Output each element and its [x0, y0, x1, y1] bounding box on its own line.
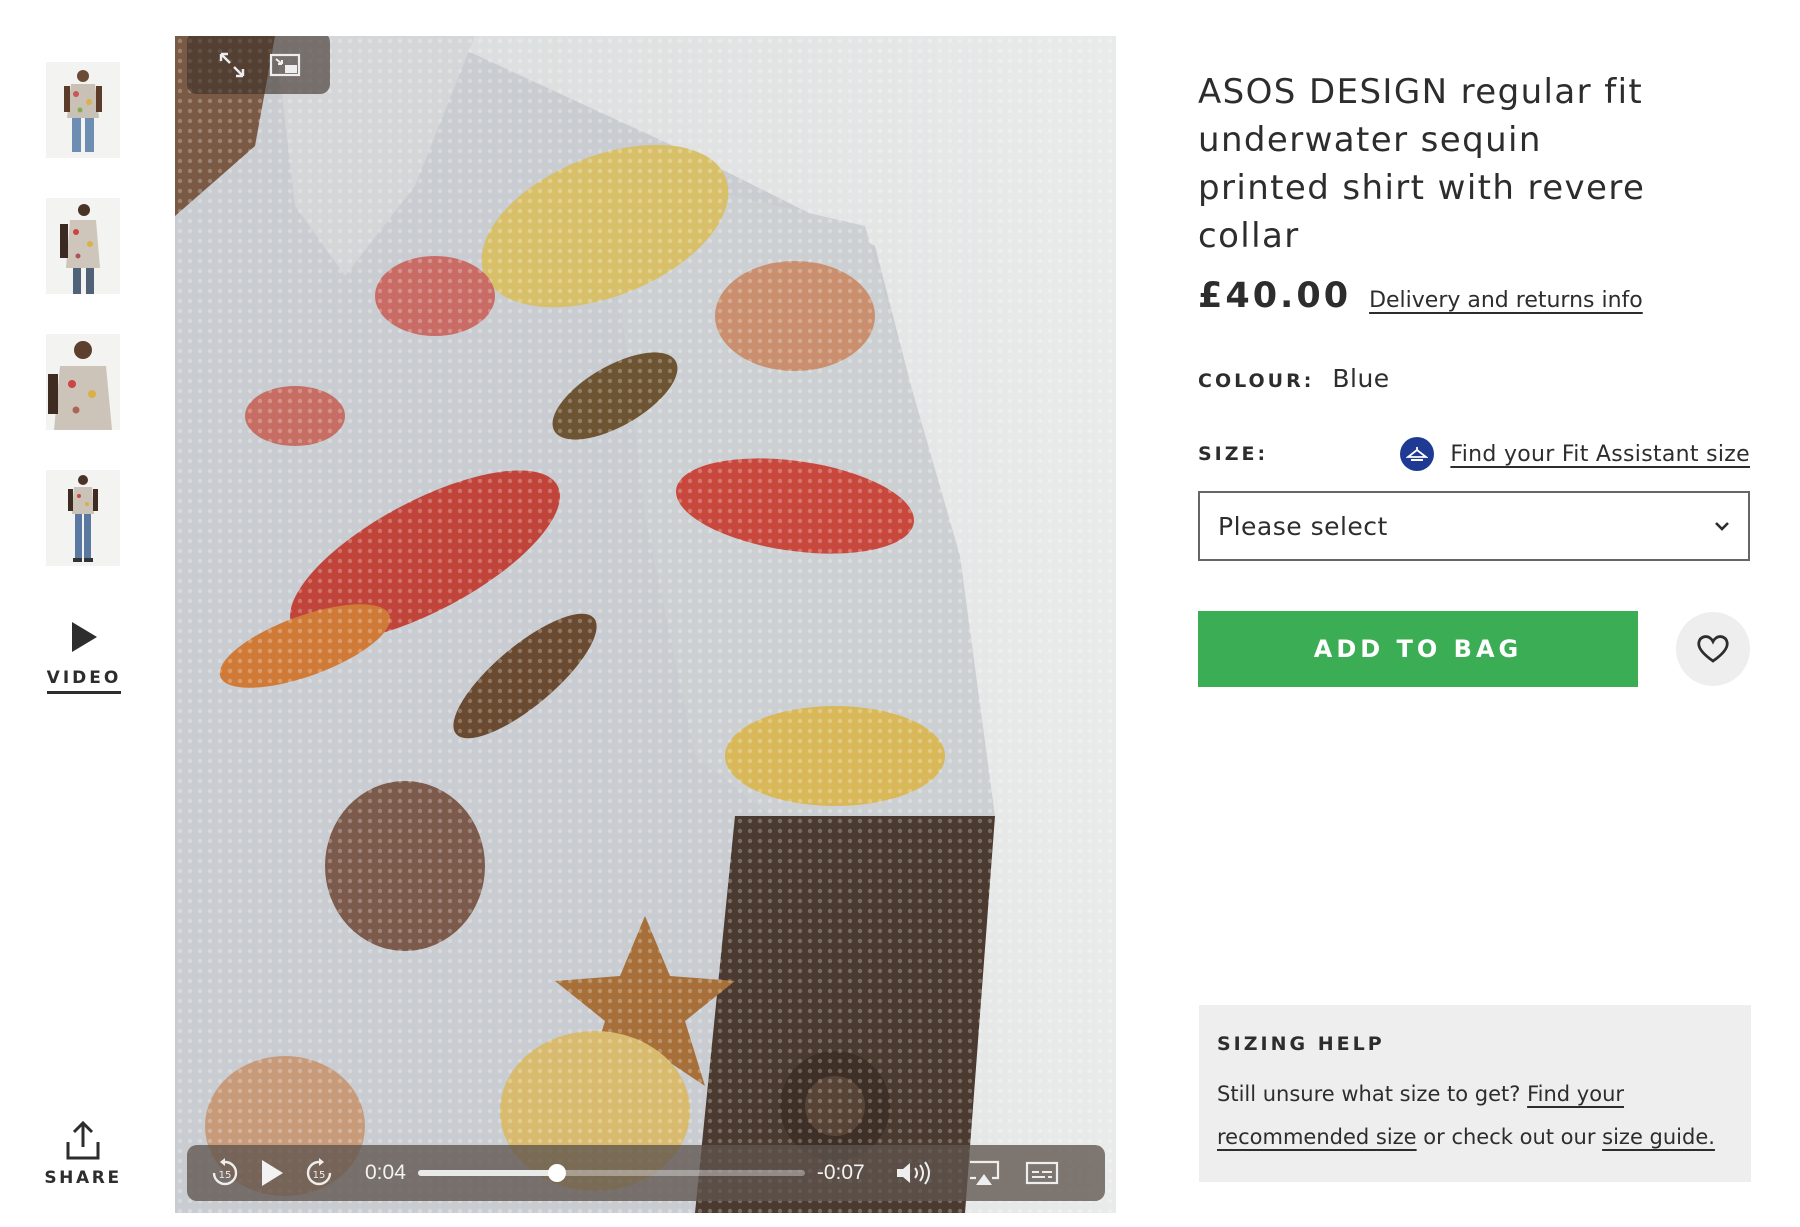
- play-icon: [72, 622, 97, 652]
- product-price: £40.00: [1198, 276, 1352, 316]
- svg-text:15: 15: [219, 1170, 232, 1181]
- size-label: SIZE:: [1198, 443, 1269, 465]
- product-page: VIDEO SHARE 15 15 0:04 -0:07 ASOS DESIGN…: [0, 0, 1800, 1227]
- scrubber-progress: [417, 1170, 558, 1176]
- model-side-image: [46, 198, 120, 294]
- sizing-help-title: SIZING HELP: [1217, 1033, 1385, 1055]
- product-info: ASOS DESIGN regular fit underwater sequi…: [1198, 68, 1750, 687]
- thumbnail-list: [46, 62, 120, 606]
- product-title: ASOS DESIGN regular fit underwater sequi…: [1198, 72, 1646, 256]
- thumbnail-side[interactable]: [46, 198, 120, 294]
- model-full-length-image: [46, 470, 120, 566]
- fit-assistant-label: Find your Fit Assistant size: [1450, 441, 1750, 467]
- price-row: £40.00 Delivery and returns info: [1198, 276, 1750, 316]
- airplay-icon[interactable]: [967, 1159, 1001, 1187]
- captions-icon[interactable]: [1025, 1160, 1059, 1186]
- chevron-down-icon: [1715, 522, 1729, 531]
- add-to-bag-button[interactable]: ADD TO BAG: [1198, 611, 1638, 687]
- rewind-15-icon[interactable]: 15: [209, 1157, 241, 1189]
- volume-icon[interactable]: [895, 1159, 933, 1187]
- colour-value: Blue: [1332, 364, 1390, 393]
- current-time: 0:04: [365, 1161, 406, 1184]
- sizing-help-text-before: Still unsure what size to get?: [1217, 1082, 1528, 1106]
- remaining-time: -0:07: [816, 1161, 865, 1184]
- video-thumbnail[interactable]: VIDEO: [46, 620, 122, 694]
- product-video-frame: [175, 36, 1116, 1213]
- sizing-help-panel: SIZING HELP Still unsure what size to ge…: [1199, 1005, 1751, 1182]
- thumbnail-closeup[interactable]: [46, 334, 120, 430]
- colour-row: COLOUR: Blue: [1198, 364, 1750, 393]
- share-button[interactable]: SHARE: [40, 1120, 126, 1188]
- delivery-returns-link[interactable]: Delivery and returns info: [1369, 288, 1643, 313]
- video-control-bar: 15 15 0:04 -0:07: [187, 1145, 1105, 1201]
- share-icon: [66, 1120, 100, 1160]
- heart-icon: [1697, 635, 1729, 663]
- scrubber-handle[interactable]: [548, 1164, 567, 1182]
- fit-assistant-link[interactable]: Find your Fit Assistant size: [1400, 437, 1750, 471]
- model-front-image: [46, 62, 120, 158]
- sizing-help-text: Still unsure what size to get? Find your…: [1217, 1073, 1737, 1159]
- product-video-player[interactable]: 15 15 0:04 -0:07: [175, 36, 1116, 1213]
- svg-text:15: 15: [313, 1170, 326, 1181]
- fit-assistant-icon: [1400, 437, 1435, 471]
- share-label: SHARE: [44, 1168, 122, 1188]
- play-icon[interactable]: [259, 1158, 285, 1188]
- thumbnail-full-length[interactable]: [46, 470, 120, 566]
- picture-in-picture-icon[interactable]: [267, 47, 303, 83]
- buy-row: ADD TO BAG: [1198, 611, 1750, 687]
- save-for-later-button[interactable]: [1676, 612, 1750, 686]
- top-video-controls: [187, 36, 330, 94]
- fullscreen-icon[interactable]: [214, 47, 250, 83]
- size-row: SIZE: Find your Fit Assistant size: [1198, 437, 1750, 471]
- forward-15-icon[interactable]: 15: [303, 1157, 335, 1189]
- video-label: VIDEO: [46, 668, 122, 694]
- model-closeup-image: [46, 334, 120, 430]
- sizing-help-text-middle: or check out our: [1416, 1125, 1603, 1149]
- video-scrubber[interactable]: [417, 1164, 805, 1182]
- size-select[interactable]: Please select: [1198, 491, 1750, 561]
- size-guide-link[interactable]: size guide.: [1602, 1125, 1715, 1149]
- colour-label: COLOUR:: [1198, 370, 1315, 392]
- size-select-value: Please select: [1218, 511, 1388, 541]
- thumbnail-front[interactable]: [46, 62, 120, 158]
